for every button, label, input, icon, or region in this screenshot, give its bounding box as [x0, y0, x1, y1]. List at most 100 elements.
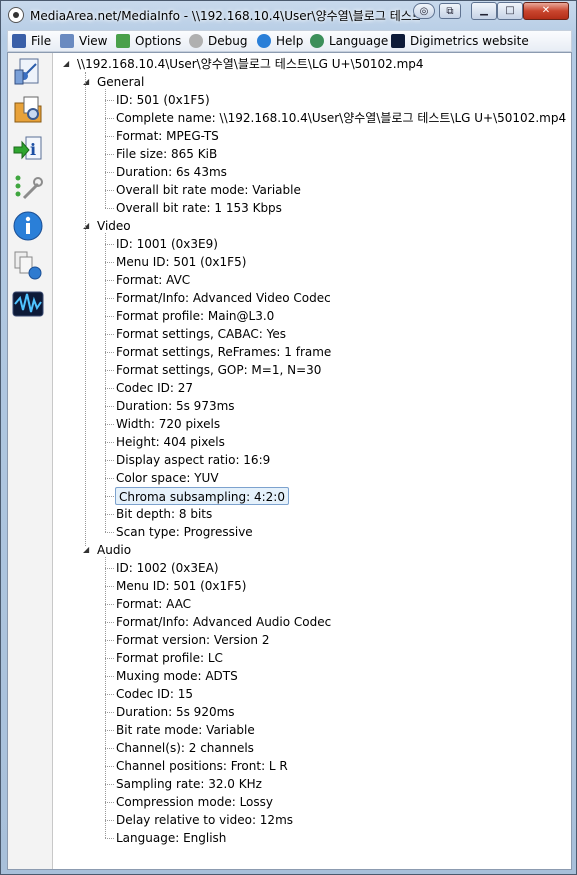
property-item[interactable]: Format settings, ReFrames: 1 frame — [116, 343, 331, 361]
tree-guide-line — [105, 604, 114, 605]
tree-guide-line — [105, 370, 114, 371]
mediainfo-app-icon[interactable] — [8, 7, 24, 23]
tree-guide-line — [105, 838, 114, 839]
property-item[interactable]: Duration: 6s 43ms — [116, 163, 227, 181]
tree-guide-line — [105, 100, 114, 101]
tree-guide-line — [105, 233, 106, 532]
menu-label: View — [79, 34, 108, 48]
tree-guide-line — [105, 442, 114, 443]
property-item[interactable]: Chroma subsampling: 4:2:0 — [115, 487, 289, 505]
property-item[interactable]: ID: 1002 (0x3EA) — [116, 559, 219, 577]
tree-guide-line — [105, 557, 106, 838]
open-file-icon[interactable] — [12, 56, 44, 88]
property-item[interactable]: File size: 865 KiB — [116, 145, 217, 163]
tree-guide-line — [85, 72, 86, 546]
tree-guide-line — [105, 568, 114, 569]
tree-guide-line — [105, 172, 114, 173]
tree-guide-line — [105, 586, 114, 587]
property-item[interactable]: Language: English — [116, 829, 226, 847]
tree-guide-line — [105, 712, 114, 713]
about-icon[interactable] — [12, 210, 44, 242]
property-item[interactable]: Format profile: Main@L3.0 — [116, 307, 274, 325]
property-item[interactable]: Complete name: \\192.168.10.4\User\양수열\블… — [116, 109, 566, 127]
tree-guide-line — [105, 280, 114, 281]
property-item[interactable]: Color space: YUV — [116, 469, 219, 487]
collapse-toggle-icon[interactable]: ◢ — [63, 60, 71, 68]
tree-guide-line — [105, 766, 114, 767]
digimetrics-icon — [391, 34, 405, 48]
section-video[interactable]: Video — [97, 217, 131, 235]
property-item[interactable]: Compression mode: Lossy — [116, 793, 273, 811]
side-toolbar: i — [8, 53, 53, 869]
property-item[interactable]: Height: 404 pixels — [116, 433, 225, 451]
property-item[interactable]: Overall bit rate mode: Variable — [116, 181, 301, 199]
tree-guide-line — [105, 496, 114, 497]
tree-guide-line — [105, 406, 114, 407]
knowledge-base-icon[interactable] — [12, 249, 44, 281]
property-item[interactable]: Format settings, CABAC: Yes — [116, 325, 286, 343]
digimetrics-icon[interactable] — [12, 288, 44, 320]
collapse-toggle-icon[interactable]: ◢ — [83, 546, 91, 554]
tree-guide-line — [105, 694, 114, 695]
maximize-button[interactable]: □ — [497, 2, 523, 20]
property-item[interactable]: Bit rate mode: Variable — [116, 721, 255, 739]
preferences-icon[interactable] — [12, 172, 44, 204]
open-folder-icon[interactable] — [12, 94, 44, 126]
info-tree[interactable]: ◢ \\192.168.10.4\User\양수열\블로그 테스트\LG U+\5… — [52, 53, 571, 869]
menu-label: Debug — [208, 34, 248, 48]
property-item[interactable]: ID: 501 (0x1F5) — [116, 91, 210, 109]
property-item[interactable]: ID: 1001 (0x3E9) — [116, 235, 218, 253]
property-item[interactable]: Format: AAC — [116, 595, 191, 613]
property-item[interactable]: Format: AVC — [116, 271, 190, 289]
property-item[interactable]: Format settings, GOP: M=1, N=30 — [116, 361, 321, 379]
property-item[interactable]: Format/Info: Advanced Video Codec — [116, 289, 331, 307]
minimize-button[interactable]: ▁ — [471, 2, 497, 20]
tree-guide-line — [105, 244, 114, 245]
tree-guide-line — [105, 352, 114, 353]
tree-guide-line — [105, 820, 114, 821]
svg-text:i: i — [30, 140, 36, 159]
tree-root-file[interactable]: \\192.168.10.4\User\양수열\블로그 테스트\LG U+\50… — [77, 55, 424, 73]
tree-guide-line — [105, 89, 106, 208]
tree-guide-line — [105, 622, 114, 623]
section-audio[interactable]: Audio — [97, 541, 131, 559]
tree-guide-line — [105, 748, 114, 749]
property-item[interactable]: Format version: Version 2 — [116, 631, 270, 649]
options-icon — [116, 34, 130, 48]
tree-guide-line — [105, 136, 114, 137]
property-item[interactable]: Duration: 5s 920ms — [116, 703, 235, 721]
property-item[interactable]: Display aspect ratio: 16:9 — [116, 451, 270, 469]
tree-guide-line — [105, 658, 114, 659]
property-item[interactable]: Codec ID: 15 — [116, 685, 193, 703]
property-item[interactable]: Scan type: Progressive — [116, 523, 253, 541]
close-button[interactable]: ✕ — [523, 2, 569, 20]
restore-layout-icon[interactable]: ⧉ — [439, 3, 461, 19]
property-item[interactable]: Format profile: LC — [116, 649, 223, 667]
property-item[interactable]: Duration: 5s 973ms — [116, 397, 235, 415]
property-item[interactable]: Codec ID: 27 — [116, 379, 193, 397]
globe-icon — [310, 34, 324, 48]
help-icon — [257, 34, 271, 48]
tree-guide-line — [105, 316, 114, 317]
tree-guide-line — [105, 514, 114, 515]
property-item[interactable]: Format: MPEG-TS — [116, 127, 219, 145]
property-item[interactable]: Bit depth: 8 bits — [116, 505, 212, 523]
pin-icon[interactable]: ◎ — [413, 3, 435, 19]
property-item[interactable]: Sampling rate: 32.0 KHz — [116, 775, 262, 793]
tree-guide-line — [105, 478, 114, 479]
property-item[interactable]: Muxing mode: ADTS — [116, 667, 238, 685]
property-item[interactable]: Format/Info: Advanced Audio Codec — [116, 613, 331, 631]
debug-icon — [189, 34, 203, 48]
title-bar[interactable]: MediaArea.net/MediaInfo - \\192.168.10.4… — [1, 1, 576, 29]
tree-guide-line — [105, 388, 114, 389]
menu-bar: File View Options Debug Help Language Digimetr… — [7, 30, 572, 52]
property-item[interactable]: Width: 720 pixels — [116, 415, 220, 433]
property-item[interactable]: Channel(s): 2 channels — [116, 739, 254, 757]
property-item[interactable]: Menu ID: 501 (0x1F5) — [116, 253, 246, 271]
property-item[interactable]: Menu ID: 501 (0x1F5) — [116, 577, 246, 595]
property-item[interactable]: Overall bit rate: 1 153 Kbps — [116, 199, 282, 217]
property-item[interactable]: Delay relative to video: 12ms — [116, 811, 293, 829]
menu-label: Language — [329, 34, 389, 48]
property-item[interactable]: Channel positions: Front: L R — [116, 757, 288, 775]
export-icon[interactable]: i — [12, 133, 44, 165]
